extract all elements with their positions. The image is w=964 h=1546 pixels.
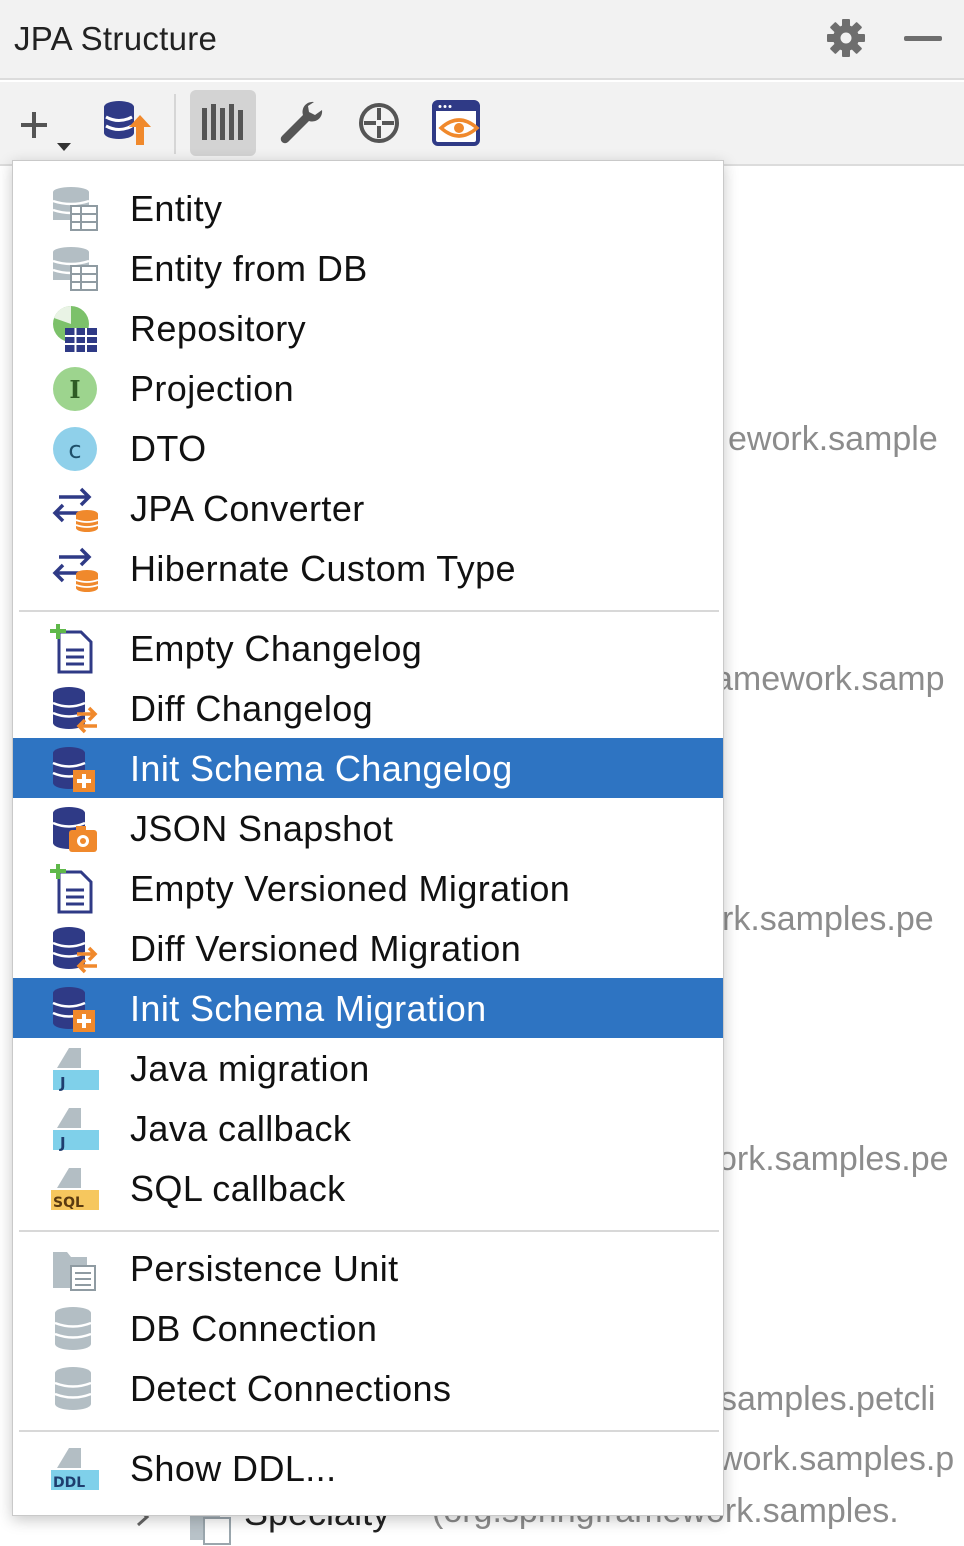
menu-separator (19, 1430, 719, 1432)
menu-item-dto[interactable]: c DTO (13, 418, 723, 478)
json-snapshot-icon (52, 807, 97, 852)
entity-icon (52, 187, 98, 231)
db-upload-button[interactable] (92, 90, 158, 156)
menu-item-db-connection[interactable]: DB Connection (13, 1298, 723, 1358)
menu-item-label: DB Connection (130, 1308, 378, 1349)
menu-item-label: Empty Changelog (130, 628, 423, 669)
svg-text:c: c (68, 436, 81, 464)
init-schema-icon (52, 747, 95, 792)
minimize-icon[interactable] (904, 36, 942, 41)
menu-item-label: Entity from DB (130, 248, 368, 289)
menu-item-diff-changelog[interactable]: Diff Changelog (13, 678, 723, 738)
jpa-converter-icon (52, 487, 99, 532)
db-connection-icon (54, 1307, 92, 1350)
ddl-file-icon: DDL (51, 1448, 99, 1491)
menu-item-diff-versioned-migration[interactable]: Diff Versioned Migration (13, 918, 723, 978)
tool-window-title: JPA Structure (14, 20, 218, 57)
hibernate-custom-type-icon (52, 547, 99, 592)
gear-icon[interactable] (824, 16, 868, 60)
tool-window-header: JPA Structure (0, 0, 964, 80)
init-schema-icon (52, 987, 95, 1032)
menu-item-json-snapshot[interactable]: JSON Snapshot (13, 798, 723, 858)
menu-item-label: JSON Snapshot (130, 808, 394, 849)
menu-separator (19, 1230, 719, 1232)
menu-item-hibernate-custom-type[interactable]: Hibernate Custom Type (13, 538, 723, 598)
menu-item-label: Persistence Unit (130, 1248, 399, 1289)
svg-text:I: I (69, 375, 80, 404)
menu-item-java-migration[interactable]: J Java migration (13, 1038, 723, 1098)
svg-text:J: J (59, 1074, 66, 1092)
menu-item-entity-from-db[interactable]: Entity from DB (13, 238, 723, 298)
detect-connections-icon (54, 1367, 92, 1410)
menu-separator (19, 610, 719, 612)
tree-node-package[interactable]: amework.samp (714, 660, 945, 699)
menu-item-empty-versioned-migration[interactable]: Empty Versioned Migration (13, 858, 723, 918)
menu-item-label: Projection (130, 368, 295, 409)
menu-item-label: JPA Converter (130, 488, 365, 529)
menu-item-label: Java callback (130, 1108, 352, 1149)
menu-item-label: Java migration (130, 1048, 370, 1089)
db-upload-icon (104, 101, 151, 145)
menu-item-jpa-converter[interactable]: JPA Converter (13, 478, 723, 538)
preview-button[interactable] (424, 90, 490, 156)
menu-item-label: Hibernate Custom Type (130, 548, 516, 589)
sql-file-icon: SQL (51, 1168, 99, 1211)
columns-icon (202, 104, 243, 140)
menu-item-label: Empty Versioned Migration (130, 868, 571, 909)
menu-item-detect-connections[interactable]: Detect Connections (13, 1358, 723, 1418)
persistence-unit-icon (53, 1252, 96, 1291)
menu-item-label: Show DDL... (130, 1448, 337, 1489)
menu-item-label: Init Schema Migration (130, 988, 487, 1029)
menu-item-init-schema-migration[interactable]: Init Schema Migration (13, 978, 723, 1038)
diff-migration-icon (52, 927, 98, 974)
menu-item-entity[interactable]: Entity (13, 178, 723, 238)
menu-item-label: DTO (130, 428, 207, 469)
java-file-icon: J (53, 1108, 99, 1152)
toolbar (0, 82, 964, 166)
entity-from-db-icon (52, 247, 98, 291)
menu-item-label: Entity (130, 188, 223, 229)
menu-item-label: Diff Versioned Migration (130, 928, 522, 969)
svg-text:SQL: SQL (53, 1195, 84, 1211)
tree-node-package[interactable]: samples.petcli (720, 1380, 935, 1419)
menu-item-persistence-unit[interactable]: Persistence Unit (13, 1238, 723, 1298)
empty-changelog-icon (50, 624, 93, 674)
menu-item-java-callback[interactable]: J Java callback (13, 1098, 723, 1158)
tree-node-package[interactable]: work.samples.p (718, 1440, 954, 1479)
diff-changelog-icon (52, 687, 98, 734)
svg-text:DDL: DDL (53, 1475, 85, 1491)
empty-migration-icon (50, 864, 93, 914)
crosshair-icon (359, 103, 399, 143)
menu-item-sql-callback[interactable]: SQL SQL callback (13, 1158, 723, 1218)
add-button[interactable] (16, 90, 82, 156)
settings-wrench-button[interactable] (268, 90, 334, 156)
eye-window-icon (432, 100, 480, 146)
locate-button[interactable] (346, 90, 412, 156)
tree-node-package[interactable]: ork.samples.pe (718, 1140, 949, 1179)
new-jpa-item-popup-menu: Entity Entity from DB Repository I Proje… (12, 160, 724, 1516)
menu-item-repository[interactable]: Repository (13, 298, 723, 358)
java-file-icon: J (53, 1048, 99, 1092)
repository-icon (53, 305, 97, 352)
plus-dropdown-icon (21, 112, 71, 151)
menu-item-label: Init Schema Changelog (130, 748, 513, 789)
menu-item-label: SQL callback (130, 1168, 346, 1209)
menu-item-projection[interactable]: I Projection (13, 358, 723, 418)
wrench-icon (280, 101, 323, 144)
svg-text:J: J (59, 1134, 66, 1152)
menu-item-init-schema-changelog[interactable]: Init Schema Changelog (13, 738, 723, 798)
toolbar-separator (174, 94, 176, 154)
tree-node-package[interactable]: ework.sample (728, 420, 938, 459)
menu-item-label: Detect Connections (130, 1368, 452, 1409)
dto-icon: c (53, 427, 97, 471)
menu-item-label: Repository (130, 308, 307, 349)
menu-item-show-ddl[interactable]: DDL Show DDL... (13, 1438, 723, 1498)
menu-item-empty-changelog[interactable]: Empty Changelog (13, 618, 723, 678)
tree-node-package[interactable]: rk.samples.pe (722, 900, 934, 939)
menu-item-label: Diff Changelog (130, 688, 374, 729)
projection-icon: I (53, 367, 97, 411)
columns-toggle-button[interactable] (190, 90, 256, 156)
